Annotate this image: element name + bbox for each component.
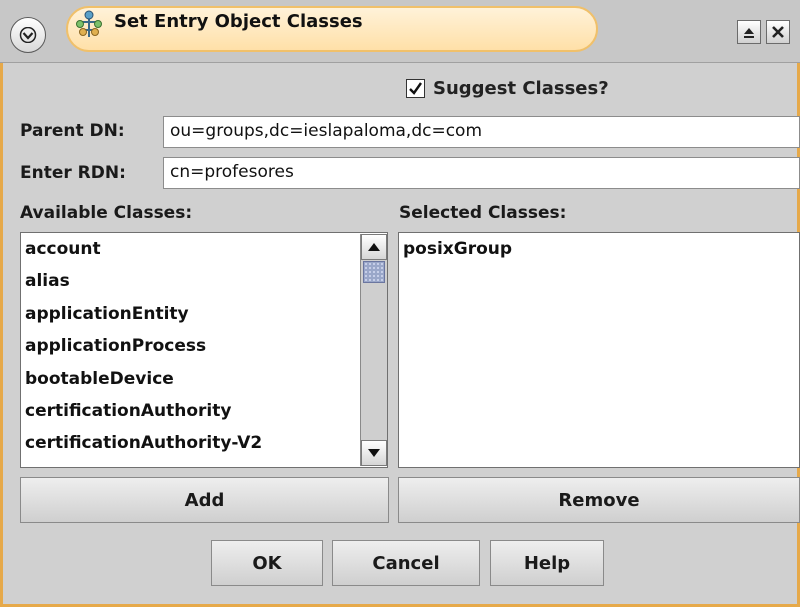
list-item[interactable]: posixGroup: [399, 233, 799, 265]
suggest-classes-label: Suggest Classes?: [433, 77, 609, 99]
list-item[interactable]: applicationEntity: [21, 298, 387, 330]
list-item[interactable]: certificationAuthority-V2: [21, 427, 387, 459]
list-item[interactable]: alias: [21, 265, 387, 297]
chevron-down-icon: [19, 27, 37, 43]
suggest-classes-checkbox[interactable]: Suggest Classes?: [406, 76, 609, 100]
scroll-down-button[interactable]: [361, 440, 387, 466]
maximize-button[interactable]: [737, 20, 761, 44]
available-classes-heading: Available Classes:: [20, 203, 193, 223]
parent-dn-label: Parent DN:: [20, 121, 125, 141]
available-list-scrollbar[interactable]: [360, 234, 387, 466]
ok-button[interactable]: OK: [211, 540, 323, 586]
checkmark-icon: [409, 81, 422, 95]
title-bar[interactable]: Set Entry Object Classes: [0, 0, 800, 63]
window-title: Set Entry Object Classes: [114, 11, 363, 32]
maximize-icon: [744, 28, 754, 38]
scroll-up-button[interactable]: [361, 234, 387, 260]
dialog-window: Set Entry Object Classes Suggest Classes…: [0, 0, 800, 607]
window-menu-button[interactable]: [10, 17, 46, 53]
enter-rdn-label: Enter RDN:: [20, 163, 126, 183]
parent-dn-field[interactable]: ou=groups,dc=ieslapaloma,dc=com: [163, 116, 800, 148]
list-item[interactable]: account: [21, 233, 387, 265]
help-button[interactable]: Help: [490, 540, 604, 586]
checkbox-box[interactable]: [406, 78, 425, 98]
arrow-up-icon: [368, 243, 380, 251]
arrow-down-icon: [368, 449, 380, 457]
selected-classes-list[interactable]: posixGroup: [398, 232, 800, 468]
scroll-thumb[interactable]: [363, 261, 385, 283]
close-button[interactable]: [766, 20, 790, 44]
cancel-button[interactable]: Cancel: [332, 540, 480, 586]
list-item[interactable]: bootableDevice: [21, 363, 387, 395]
selected-classes-heading: Selected Classes:: [399, 203, 567, 223]
rdn-field[interactable]: cn=profesores: [163, 157, 800, 189]
ldap-tree-icon: [76, 10, 102, 37]
available-classes-list[interactable]: account alias applicationEntity applicat…: [20, 232, 388, 468]
close-icon: [772, 26, 784, 38]
remove-button[interactable]: Remove: [398, 477, 800, 523]
add-button[interactable]: Add: [20, 477, 389, 523]
list-item[interactable]: certificationAuthority: [21, 395, 387, 427]
list-item[interactable]: applicationProcess: [21, 330, 387, 362]
